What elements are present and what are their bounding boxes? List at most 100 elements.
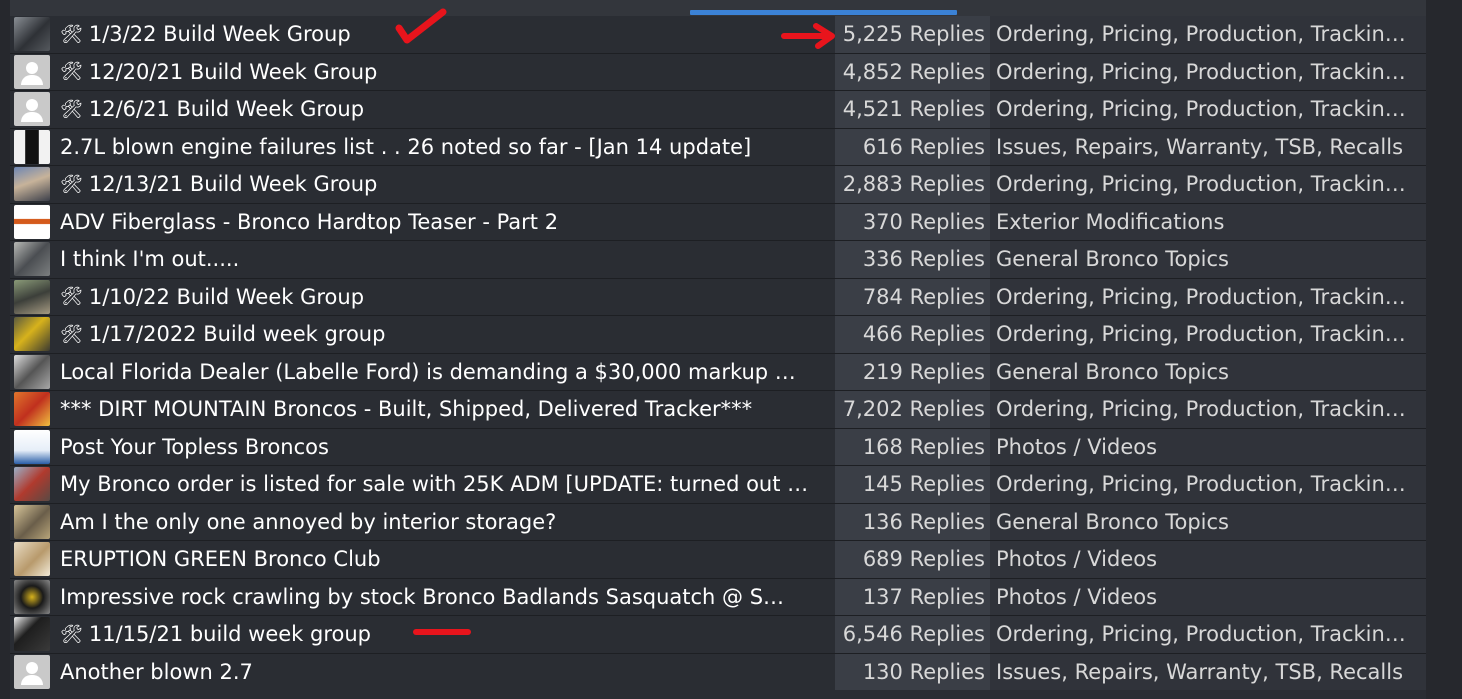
forum-name-link[interactable]: Ordering, Pricing, Production, Trackin…	[990, 53, 1426, 90]
tools-icon: 🛠	[60, 623, 83, 645]
avatar[interactable]	[14, 542, 50, 577]
thread-title-cell: 🛠 12/13/21 Build Week Group	[10, 166, 835, 203]
thread-list: 🛠 1/3/22 Build Week Group 5,225 Replies Ord…	[10, 16, 1426, 691]
thread-title-link[interactable]: Local Florida Dealer (Labelle Ford) is d…	[60, 360, 835, 384]
thread-title-link[interactable]: 12/20/21 Build Week Group	[89, 60, 835, 84]
thread-title-link[interactable]: 12/13/21 Build Week Group	[89, 172, 835, 196]
avatar[interactable]	[14, 279, 50, 314]
forum-name-link[interactable]: Ordering, Pricing, Production, Trackin…	[990, 278, 1426, 315]
tools-icon: 🛠	[60, 98, 83, 120]
red-checkmark-annotation	[395, 8, 447, 44]
thread-row[interactable]: 🛠 1/10/22 Build Week Group 784 Replies Orde…	[10, 278, 1426, 316]
avatar[interactable]	[14, 129, 50, 164]
thread-row[interactable]: 🛠 1/17/2022 Build week group 466 Replies Or…	[10, 316, 1426, 354]
forum-name-link[interactable]: Ordering, Pricing, Production, Trackin…	[990, 91, 1426, 128]
thread-row[interactable]: 🛠 1/3/22 Build Week Group 5,225 Replies Ord…	[10, 16, 1426, 54]
thread-row-partial	[10, 690, 1426, 699]
thread-row[interactable]: 🛠 12/13/21 Build Week Group 2,883 Replies O…	[10, 166, 1426, 204]
reply-count: 7,202 Replies	[835, 391, 990, 428]
thread-row[interactable]: I think I'm out..... 336 Replies General B…	[10, 241, 1426, 279]
tools-icon: 🛠	[60, 173, 83, 195]
thread-title-link[interactable]: ADV Fiberglass - Bronco Hardtop Teaser -…	[60, 210, 835, 234]
thread-title-link[interactable]: 12/6/21 Build Week Group	[89, 97, 835, 121]
thread-title-link[interactable]: Impressive rock crawling by stock Bronco…	[60, 585, 835, 609]
thread-title-cell: I think I'm out.....	[10, 241, 835, 278]
thread-title-link[interactable]: 1/3/22 Build Week Group	[89, 22, 835, 46]
avatar[interactable]	[14, 167, 50, 202]
reply-count: 2,883 Replies	[835, 166, 990, 203]
avatar[interactable]	[14, 654, 50, 689]
avatar[interactable]	[14, 429, 50, 464]
forum-name-link[interactable]: Ordering, Pricing, Production, Trackin…	[990, 466, 1426, 503]
thread-row[interactable]: My Bronco order is listed for sale with …	[10, 466, 1426, 504]
thread-title-cell: 🛠 1/10/22 Build Week Group	[10, 278, 835, 315]
reply-count: 130 Replies	[835, 653, 990, 690]
thread-row[interactable]: ADV Fiberglass - Bronco Hardtop Teaser -…	[10, 203, 1426, 241]
forum-name-link[interactable]: Ordering, Pricing, Production, Trackin…	[990, 16, 1426, 53]
thread-row[interactable]: ERUPTION GREEN Bronco Club 689 Replies Pho…	[10, 541, 1426, 579]
avatar[interactable]	[14, 92, 50, 127]
thread-row[interactable]: 2.7L blown engine failures list . . 26 n…	[10, 128, 1426, 166]
thread-title-link[interactable]: ERUPTION GREEN Bronco Club	[60, 547, 835, 571]
thread-title-cell: *** DIRT MOUNTAIN Broncos - Built, Shipp…	[10, 391, 835, 428]
avatar[interactable]	[14, 354, 50, 389]
thread-row[interactable]: Local Florida Dealer (Labelle Ford) is d…	[10, 353, 1426, 391]
reply-count: 616 Replies	[835, 128, 990, 165]
thread-row[interactable]: Am I the only one annoyed by interior st…	[10, 503, 1426, 541]
forum-name-link[interactable]: Ordering, Pricing, Production, Trackin…	[990, 316, 1426, 353]
thread-row[interactable]: 🛠 11/15/21 build week group 6,546 Replies O…	[10, 616, 1426, 654]
forum-name-link[interactable]: Photos / Videos	[990, 428, 1426, 465]
thread-title-link[interactable]: 1/10/22 Build Week Group	[89, 285, 835, 309]
thread-row[interactable]: *** DIRT MOUNTAIN Broncos - Built, Shipp…	[10, 391, 1426, 429]
forum-name-link[interactable]: Photos / Videos	[990, 578, 1426, 615]
thread-title-cell: 🛠 12/6/21 Build Week Group	[10, 91, 835, 128]
reply-count: 219 Replies	[835, 353, 990, 390]
thread-row[interactable]: 🛠 12/20/21 Build Week Group 4,852 Replies O…	[10, 53, 1426, 91]
forum-name-link[interactable]: Ordering, Pricing, Production, Trackin…	[990, 166, 1426, 203]
forum-name-link[interactable]: Photos / Videos	[990, 541, 1426, 578]
forum-name-link[interactable]: Ordering, Pricing, Production, Trackin…	[990, 391, 1426, 428]
avatar[interactable]	[14, 242, 50, 277]
thread-row[interactable]: Another blown 2.7 130 Replies Issues, Repa…	[10, 653, 1426, 691]
page-margin	[1426, 0, 1462, 699]
thread-title-cell: Impressive rock crawling by stock Bronco…	[10, 578, 835, 615]
forum-name-link[interactable]: General Bronco Topics	[990, 503, 1426, 540]
forum-name-link[interactable]: Issues, Repairs, Warranty, TSB, Recalls	[990, 653, 1426, 690]
avatar[interactable]	[14, 317, 50, 352]
avatar[interactable]	[14, 392, 50, 427]
avatar[interactable]	[14, 54, 50, 89]
avatar[interactable]	[14, 204, 50, 239]
avatar[interactable]	[14, 617, 50, 652]
thread-title-link[interactable]: Am I the only one annoyed by interior st…	[60, 510, 835, 534]
reply-count: 137 Replies	[835, 578, 990, 615]
thread-title-link[interactable]: Another blown 2.7	[60, 660, 835, 684]
thread-title-link[interactable]: Post Your Topless Broncos	[60, 435, 835, 459]
reply-count: 4,521 Replies	[835, 91, 990, 128]
forum-name-link[interactable]: Exterior Modifications	[990, 203, 1426, 240]
thread-title-link[interactable]: 2.7L blown engine failures list . . 26 n…	[60, 135, 835, 159]
avatar[interactable]	[14, 579, 50, 614]
tools-icon: 🛠	[60, 23, 83, 45]
avatar[interactable]	[14, 17, 50, 52]
avatar[interactable]	[14, 467, 50, 502]
forum-name-link[interactable]: Ordering, Pricing, Production, Trackin…	[990, 616, 1426, 653]
thread-title-link[interactable]: *** DIRT MOUNTAIN Broncos - Built, Shipp…	[60, 397, 835, 421]
forum-name-link[interactable]: General Bronco Topics	[990, 353, 1426, 390]
thread-row[interactable]: Post Your Topless Broncos 168 Replies Phot…	[10, 428, 1426, 466]
thread-row[interactable]: Impressive rock crawling by stock Bronco…	[10, 578, 1426, 616]
avatar[interactable]	[14, 504, 50, 539]
thread-title-link[interactable]: 1/17/2022 Build week group	[89, 322, 835, 346]
thread-title-link[interactable]: My Bronco order is listed for sale with …	[60, 472, 835, 496]
thread-title-cell: Am I the only one annoyed by interior st…	[10, 503, 835, 540]
forum-name-link[interactable]: Issues, Repairs, Warranty, TSB, Recalls	[990, 128, 1426, 165]
thread-title-link[interactable]: I think I'm out.....	[60, 247, 835, 271]
thread-title-cell: My Bronco order is listed for sale with …	[10, 466, 835, 503]
thread-title-cell: Another blown 2.7	[10, 653, 835, 690]
thread-row[interactable]: 🛠 12/6/21 Build Week Group 4,521 Replies Or…	[10, 91, 1426, 129]
reply-count: 6,546 Replies	[835, 616, 990, 653]
reply-count: 689 Replies	[835, 541, 990, 578]
reply-count: 336 Replies	[835, 241, 990, 278]
reply-count: 370 Replies	[835, 203, 990, 240]
forum-name-link[interactable]: General Bronco Topics	[990, 241, 1426, 278]
thread-title-cell: 🛠 1/17/2022 Build week group	[10, 316, 835, 353]
